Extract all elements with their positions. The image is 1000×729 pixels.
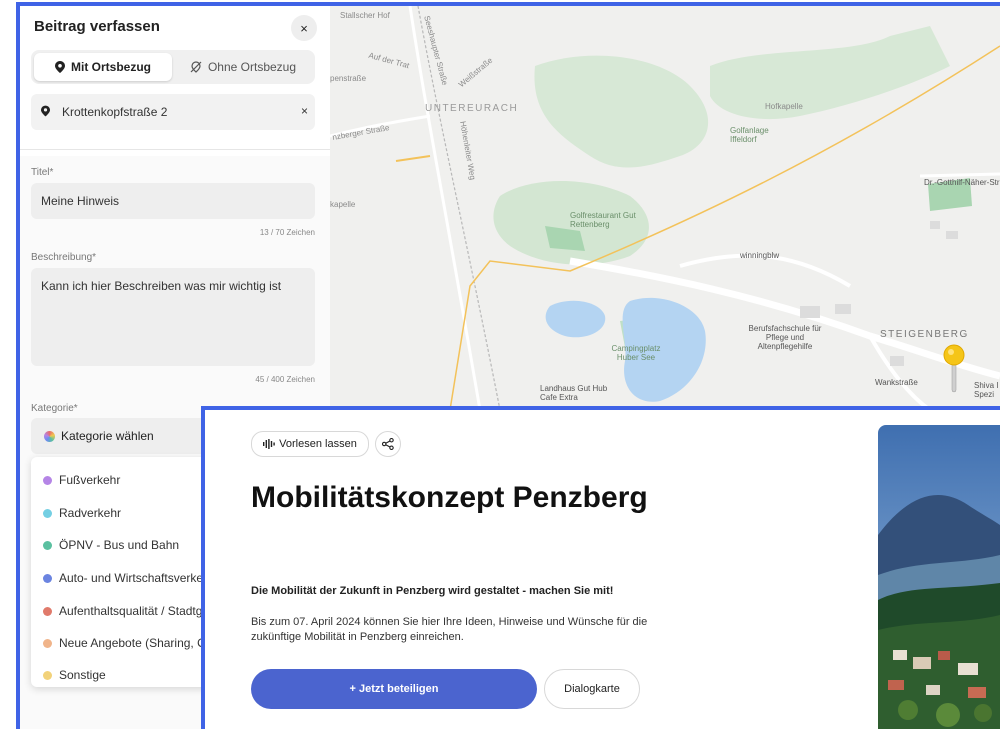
page-title: Mobilitätskonzept Penzberg <box>251 481 648 514</box>
clear-location-button[interactable]: × <box>301 104 308 118</box>
panel-title: Beitrag verfassen <box>34 18 160 35</box>
category-option-label: Auto- und Wirtschaftsverke <box>59 571 204 585</box>
title-input-value: Meine Hinweis <box>41 194 120 208</box>
map-water-small <box>545 300 606 338</box>
map-label-stallscher-hof: Stallscher Hof <box>340 11 390 20</box>
map-label-untereurach: UNTEREURACH <box>425 103 519 114</box>
audio-wave-icon <box>263 439 275 449</box>
category-option-label: Radverkehr <box>59 506 122 520</box>
description-field-label: Beschreibung* <box>31 252 97 263</box>
category-dot-icon <box>43 509 52 518</box>
penzberg-photo <box>878 425 1000 729</box>
panel-divider <box>20 149 330 150</box>
description-value: Kann ich hier Beschreiben was mir wichti… <box>41 279 282 293</box>
dialog-map-button-label: Dialogkarte <box>564 683 620 695</box>
read-aloud-label: Vorlesen lassen <box>279 438 357 450</box>
panel-header: Beitrag verfassen × Mit Ortsbezug Ohne O… <box>20 6 330 156</box>
tab-with-location[interactable]: Mit Ortsbezug <box>34 53 172 81</box>
category-dot-icon <box>43 476 52 485</box>
map-label-golfclub: Golfanlage Iffeldorf <box>730 126 769 144</box>
category-option-label: Aufenthaltsqualität / Stadtg <box>59 604 203 618</box>
category-option-label: Neue Angebote (Sharing, O <box>59 636 207 650</box>
map-label-landhaus: Landhaus Gut Hub Cafe Extra <box>540 384 608 402</box>
title-input[interactable]: Meine Hinweis <box>31 183 315 219</box>
category-dot-icon <box>43 607 52 616</box>
read-aloud-button[interactable]: Vorlesen lassen <box>251 431 369 457</box>
category-option-label: Sonstige <box>59 668 106 682</box>
map-label-kapelle: kapelle <box>330 200 356 209</box>
category-dot-icon <box>43 574 52 583</box>
category-field-label: Kategorie* <box>31 403 78 414</box>
close-panel-button[interactable]: × <box>291 15 317 41</box>
tab-with-location-label: Mit Ortsbezug <box>71 60 151 74</box>
description-textarea[interactable]: Kann ich hier Beschreiben was mir wichti… <box>31 268 315 366</box>
category-option-label: ÖPNV - Bus und Bahn <box>59 538 180 552</box>
map-location-marker-icon[interactable] <box>943 344 965 394</box>
map-pin-off-icon <box>190 61 202 73</box>
category-select-placeholder: Kategorie wählen <box>61 429 154 443</box>
card-border-top <box>201 406 1000 410</box>
description-char-counter: 45 / 400 Zeichen <box>255 375 315 384</box>
map-label-berufsfachschule: Berufsfachschule für Pflege und Altenpfl… <box>748 324 822 351</box>
card-border-left <box>201 406 205 729</box>
map-pin-icon <box>55 61 65 73</box>
category-option-label: Fußverkehr <box>59 473 121 487</box>
category-dot-icon <box>43 541 52 550</box>
map-label-winningblw: winningblw <box>740 251 780 260</box>
map-label-wankstrasse: Wankstraße <box>875 378 918 387</box>
card-lead-text: Die Mobilität der Zukunft in Penzberg wi… <box>251 585 614 597</box>
participate-button[interactable]: + Jetzt beteiligen <box>251 669 537 709</box>
tab-without-location[interactable]: Ohne Ortsbezug <box>174 53 312 81</box>
dialog-map-button[interactable]: Dialogkarte <box>544 669 640 709</box>
category-color-icon <box>44 431 55 442</box>
map-label-hofkapelle: Hofkapelle <box>765 102 803 111</box>
location-value: Krottenkopfstraße 2 <box>62 105 168 119</box>
title-field-label: Titel* <box>31 167 54 178</box>
map-label-penstrasse: penstraße <box>330 74 367 83</box>
participate-button-label: + Jetzt beteiligen <box>349 683 439 695</box>
map-label-steigenberg: STEIGENBERG <box>880 329 969 340</box>
share-button[interactable] <box>375 431 401 457</box>
location-field[interactable]: Krottenkopfstraße 2 × <box>31 94 315 130</box>
map-label-shiva: Shiva I Spezi <box>974 381 999 399</box>
card-body-text: Bis zum 07. April 2024 können Sie hier I… <box>251 616 648 643</box>
map-view[interactable]: Stallscher Hof Auf der Trat penstraße Se… <box>330 6 1000 410</box>
map-label-golfrestaurant: Golfrestaurant Gut Rettenberg <box>570 211 636 229</box>
title-char-counter: 13 / 70 Zeichen <box>259 228 315 237</box>
share-icon <box>382 438 394 450</box>
category-dot-icon <box>43 639 52 648</box>
location-mode-toggle: Mit Ortsbezug Ohne Ortsbezug <box>31 50 315 84</box>
close-icon: × <box>300 20 308 36</box>
tab-without-location-label: Ohne Ortsbezug <box>207 60 297 74</box>
map-label-campingplatz: Campingplatz Huber See <box>611 344 661 362</box>
map-green-golf <box>534 55 709 168</box>
project-intro-card: Vorlesen lassen Mobilitätskonzept Penzbe… <box>205 410 1000 729</box>
map-green-north <box>710 26 950 120</box>
location-pin-icon <box>41 105 50 117</box>
landscape-image <box>878 425 1000 729</box>
category-dot-icon <box>43 671 52 680</box>
map-label-gotthilf: Dr.-Gotthilf-Näher-Str <box>924 178 1000 187</box>
